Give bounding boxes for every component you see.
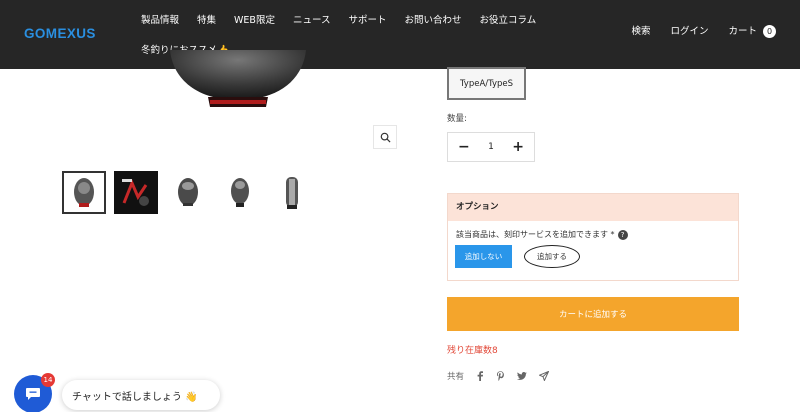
stock-remaining: 残り在庫数8 xyxy=(447,346,498,356)
options-panel: オプション 該当商品は、刻印サービスを追加できます * ? 追加しない 追加する xyxy=(447,193,739,281)
thumbnail-3[interactable] xyxy=(166,171,210,214)
pinterest-icon[interactable] xyxy=(496,371,505,381)
cart-count-badge: 0 xyxy=(763,25,776,38)
nav-item-column[interactable]: お役立コラム xyxy=(480,14,537,28)
send-icon[interactable] xyxy=(539,371,550,381)
search-link[interactable]: 検索 xyxy=(631,25,650,39)
quantity-decrease-button[interactable]: − xyxy=(458,139,470,155)
nav-item-news[interactable]: ニュース xyxy=(293,14,331,28)
variant-option-button[interactable]: TypeA/TypeS xyxy=(447,67,526,100)
thumbnail-2[interactable] xyxy=(114,171,158,214)
nav-item-web-limited[interactable]: WEB限定 xyxy=(234,14,275,28)
help-icon[interactable]: ? xyxy=(617,229,628,240)
product-main-image xyxy=(168,50,308,110)
thumbnail-5[interactable] xyxy=(270,171,314,214)
chat-icon xyxy=(26,388,40,400)
cart-link[interactable]: カート 0 xyxy=(728,25,776,39)
facebook-icon[interactable] xyxy=(476,371,484,381)
thumbnail-strip xyxy=(62,171,322,214)
add-to-cart-button[interactable]: カートに追加する xyxy=(447,297,739,331)
site-header: GOMEXUS 製品情報 特集 WEB限定 ニュース サポート お問い合わせ お… xyxy=(0,0,800,69)
cart-label: カート xyxy=(728,26,757,37)
nav-item-products[interactable]: 製品情報 xyxy=(141,14,179,28)
thumbnail-4[interactable] xyxy=(218,171,262,214)
chat-prompt-bubble[interactable]: チャットで話しましょう 👋 xyxy=(62,380,220,410)
share-row: 共有 xyxy=(447,370,550,382)
quantity-increase-button[interactable]: + xyxy=(512,139,524,155)
login-link[interactable]: ログイン xyxy=(670,25,708,39)
main-nav: 製品情報 特集 WEB限定 ニュース サポート お問い合わせ お役立コラム xyxy=(141,14,554,28)
chat-unread-badge: 14 xyxy=(41,373,55,387)
product-page: GOMEXUS 製品情報 特集 WEB限定 ニュース サポート お問い合わせ お… xyxy=(0,0,800,412)
add-engraving-button[interactable]: 追加する xyxy=(524,245,580,268)
nav-item-support[interactable]: サポート xyxy=(348,14,386,28)
thumbnail-1[interactable] xyxy=(62,171,106,214)
engraving-question: 該当商品は、刻印サービスを追加できます * ? xyxy=(456,229,628,240)
share-label: 共有 xyxy=(447,372,465,382)
no-add-button[interactable]: 追加しない xyxy=(455,245,512,268)
nav-item-features[interactable]: 特集 xyxy=(197,14,216,28)
quantity-label: 数量: xyxy=(447,114,467,124)
twitter-icon[interactable] xyxy=(517,371,528,381)
quantity-stepper: − 1 + xyxy=(447,132,535,162)
nav-item-contact[interactable]: お問い合わせ xyxy=(405,14,462,28)
site-logo[interactable]: GOMEXUS xyxy=(24,26,96,41)
quantity-value[interactable]: 1 xyxy=(488,142,494,152)
header-actions: 検索 ログイン カート 0 xyxy=(611,25,776,39)
options-title: オプション xyxy=(448,194,738,221)
zoom-button[interactable] xyxy=(373,125,397,149)
engraving-question-text: 該当商品は、刻印サービスを追加できます * xyxy=(456,230,615,239)
magnifier-icon xyxy=(380,132,391,143)
